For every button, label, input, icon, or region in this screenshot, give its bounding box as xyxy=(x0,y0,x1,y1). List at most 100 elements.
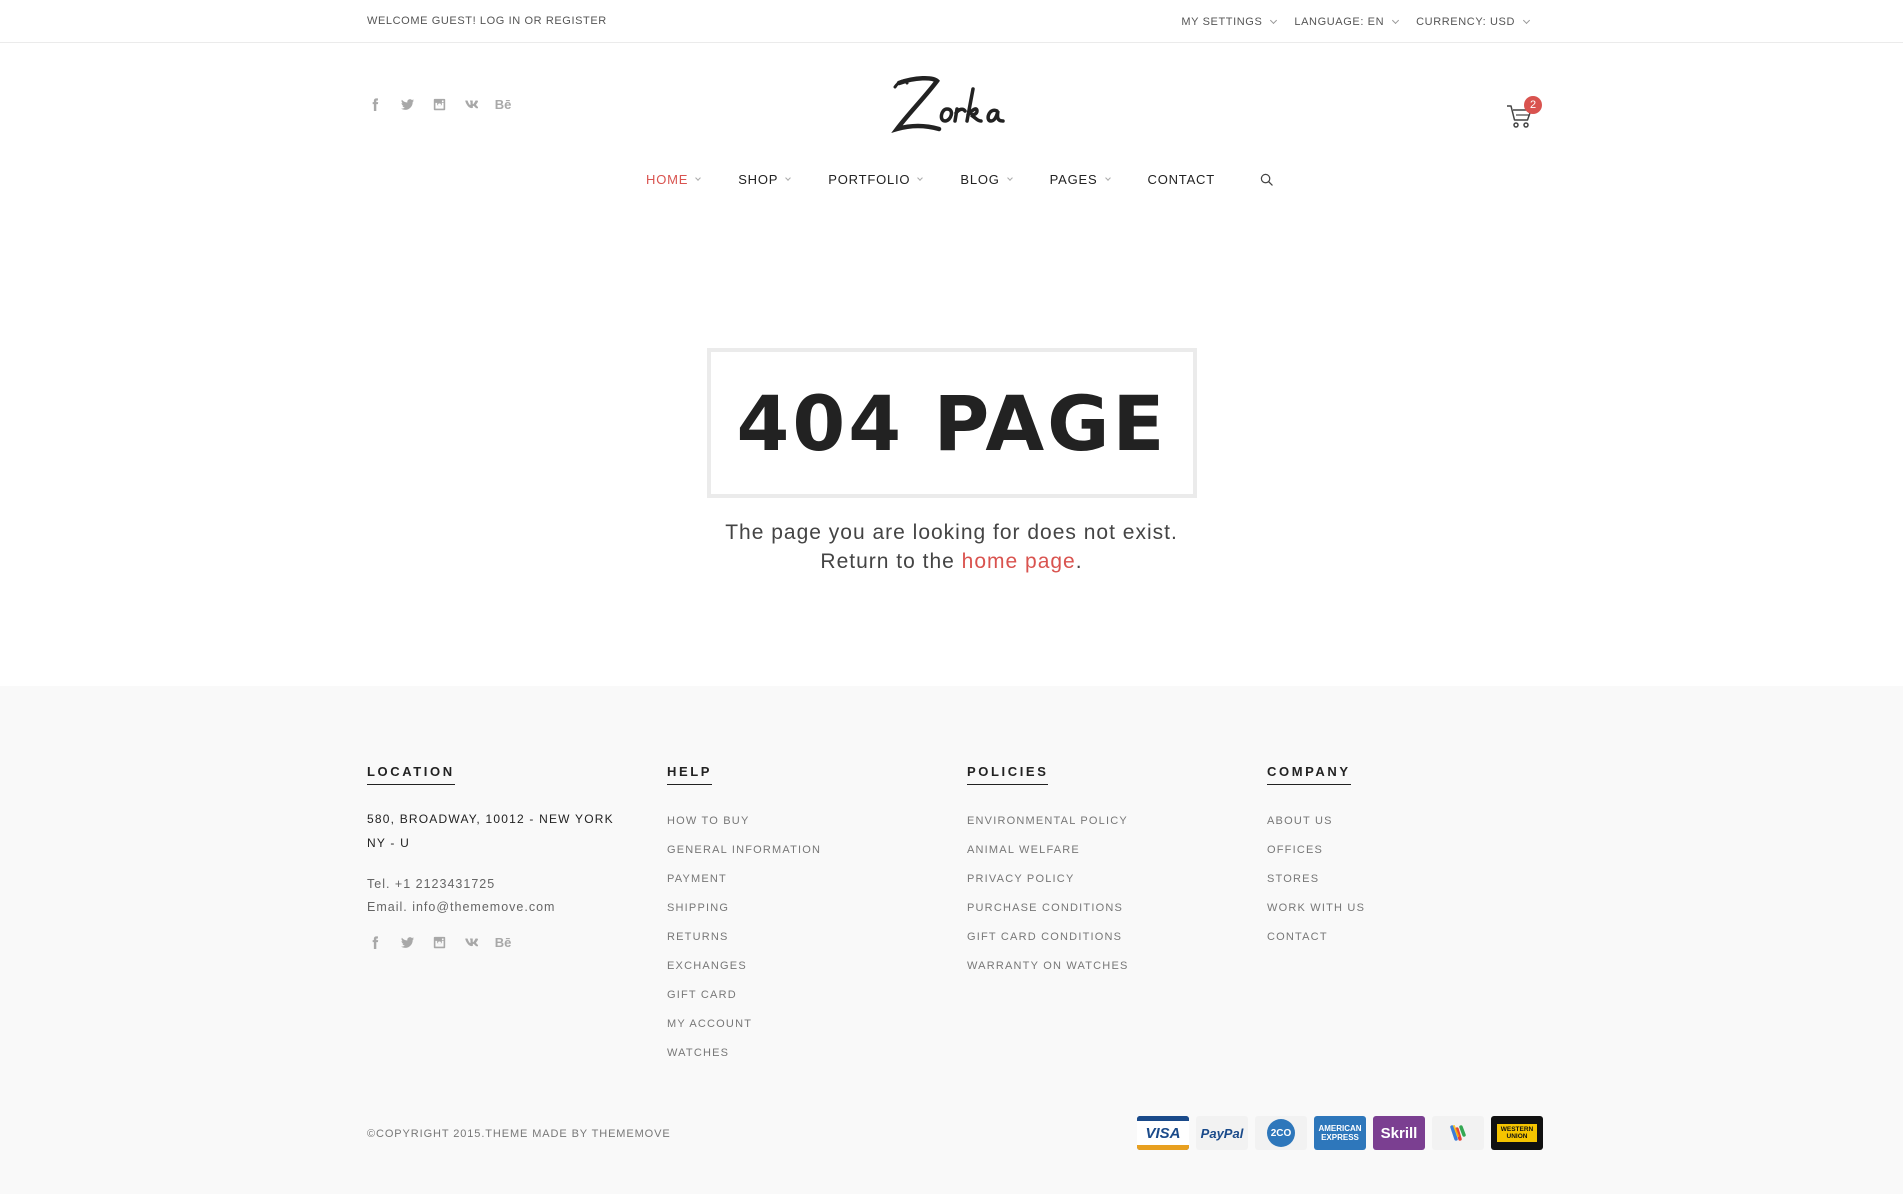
help-heading: HELP xyxy=(667,764,713,785)
my-settings-label: MY SETTINGS xyxy=(1181,16,1263,28)
vk-icon[interactable] xyxy=(463,934,479,950)
policy-link[interactable]: WARRANTY ON WATCHES xyxy=(967,952,1129,981)
site-logo[interactable] xyxy=(885,69,1015,139)
company-link[interactable]: STORES xyxy=(1267,865,1365,894)
footer-social-links: Bē xyxy=(367,934,637,950)
nav-item-shop[interactable]: SHOP xyxy=(738,170,792,188)
return-text: Return to the xyxy=(820,550,962,573)
paypal-icon: PayPal xyxy=(1196,1116,1248,1150)
home-page-link[interactable]: home page xyxy=(962,550,1076,573)
location-address: 580, BROADWAY, 10012 - NEW YORK NY - U xyxy=(367,812,614,850)
western-union-icon: WESTERN UNION xyxy=(1491,1116,1543,1150)
chevron-down-icon xyxy=(695,174,702,181)
company-link[interactable]: ABOUT US xyxy=(1267,807,1365,836)
cart-button[interactable]: 2 xyxy=(1506,96,1542,130)
language-dropdown[interactable]: LANGUAGE: EN xyxy=(1294,16,1400,28)
main-content: 404 PAGE The page you are looking for do… xyxy=(0,228,1903,686)
footer-policies: POLICIES ENVIRONMENTAL POLICY ANIMAL WEL… xyxy=(967,763,1129,981)
help-link[interactable]: RETURNS xyxy=(667,923,821,952)
help-link[interactable]: SHIPPING xyxy=(667,894,821,923)
currency-dropdown[interactable]: CURRENCY: USD xyxy=(1416,16,1531,28)
search-icon[interactable] xyxy=(1258,170,1276,188)
location-tel: Tel. +1 2123431725 xyxy=(367,877,496,891)
chevron-down-icon xyxy=(1522,16,1531,25)
nav-item-pages[interactable]: PAGES xyxy=(1050,170,1111,188)
help-links: HOW TO BUY GENERAL INFORMATION PAYMENT S… xyxy=(667,807,821,1068)
facebook-icon[interactable] xyxy=(367,96,383,112)
american-express-icon: AMERICAN EXPRESS xyxy=(1314,1116,1366,1150)
error-message-line2: Return to the home page. xyxy=(0,547,1903,576)
nav-item-contact[interactable]: CONTACT xyxy=(1148,170,1215,188)
page-title: 404 PAGE xyxy=(736,378,1168,468)
company-link[interactable]: OFFICES xyxy=(1267,836,1365,865)
register-link[interactable]: REGISTER xyxy=(546,15,607,27)
behance-icon[interactable]: Bē xyxy=(495,934,512,950)
help-link[interactable]: GENERAL INFORMATION xyxy=(667,836,821,865)
location-heading: LOCATION xyxy=(367,764,455,785)
chevron-down-icon xyxy=(1006,174,1013,181)
help-link[interactable]: GIFT CARD xyxy=(667,981,821,1010)
header-social-links: Bē xyxy=(367,96,511,112)
policy-link[interactable]: PRIVACY POLICY xyxy=(967,865,1129,894)
nav-item-blog[interactable]: BLOG xyxy=(960,170,1013,188)
help-link[interactable]: EXCHANGES xyxy=(667,952,821,981)
policy-link[interactable]: ENVIRONMENTAL POLICY xyxy=(967,807,1129,836)
period-text: . xyxy=(1075,550,1083,573)
chevron-down-icon xyxy=(917,174,924,181)
help-link[interactable]: WATCHES xyxy=(667,1039,821,1068)
visa-icon: VISA xyxy=(1137,1116,1189,1150)
settings-bar: MY SETTINGS LANGUAGE: EN CURRENCY: USD xyxy=(1181,16,1531,28)
vk-icon[interactable] xyxy=(463,96,479,112)
welcome-or: OR xyxy=(520,15,546,27)
instagram-icon[interactable] xyxy=(431,934,447,950)
help-link[interactable]: MY ACCOUNT xyxy=(667,1010,821,1039)
payment-methods: VISA PayPal 2CO AMERICAN EXPRESS Skrill … xyxy=(1137,1116,1543,1150)
my-settings-dropdown[interactable]: MY SETTINGS xyxy=(1181,16,1278,28)
help-link[interactable]: PAYMENT xyxy=(667,865,821,894)
nav-item-home[interactable]: HOME xyxy=(646,170,702,188)
facebook-icon[interactable] xyxy=(367,934,383,950)
nav-item-label: SHOP xyxy=(738,171,779,187)
language-label: LANGUAGE: EN xyxy=(1294,16,1385,28)
cart-count-badge: 2 xyxy=(1524,96,1542,114)
site-header: Bē 2 HOME SHOP PORTFOLIO BLOG PAGES CONT… xyxy=(0,43,1903,228)
chevron-down-icon xyxy=(1392,16,1400,25)
chevron-down-icon xyxy=(1270,16,1278,25)
chevron-down-icon xyxy=(785,174,792,181)
login-link[interactable]: LOG IN xyxy=(480,15,521,27)
company-link[interactable]: CONTACT xyxy=(1267,923,1365,952)
company-link[interactable]: WORK WITH US xyxy=(1267,894,1365,923)
policy-link[interactable]: PURCHASE CONDITIONS xyxy=(967,894,1129,923)
location-email[interactable]: Email. info@thememove.com xyxy=(367,900,637,914)
error-title-box: 404 PAGE xyxy=(707,348,1197,498)
company-heading: COMPANY xyxy=(1267,764,1351,785)
behance-icon[interactable]: Bē xyxy=(495,96,512,112)
policy-link[interactable]: GIFT CARD CONDITIONS xyxy=(967,923,1129,952)
google-wallet-icon xyxy=(1432,1116,1484,1150)
nav-item-label: HOME xyxy=(646,171,689,187)
copyright-text: ©COPYRIGHT 2015.THEME MADE BY THEMEMOVE xyxy=(367,1128,671,1140)
2co-icon: 2CO xyxy=(1255,1116,1307,1150)
help-link[interactable]: HOW TO BUY xyxy=(667,807,821,836)
twitter-icon[interactable] xyxy=(399,934,415,950)
skrill-icon: Skrill xyxy=(1373,1116,1425,1150)
error-message-line1: The page you are looking for does not ex… xyxy=(725,521,1178,544)
error-message: The page you are looking for does not ex… xyxy=(0,518,1903,576)
currency-label: CURRENCY: USD xyxy=(1416,16,1515,28)
nav-item-portfolio[interactable]: PORTFOLIO xyxy=(828,170,924,188)
footer-location: LOCATION 580, BROADWAY, 10012 - NEW YORK… xyxy=(367,763,637,950)
policy-link[interactable]: ANIMAL WELFARE xyxy=(967,836,1129,865)
footer-company: COMPANY ABOUT US OFFICES STORES WORK WIT… xyxy=(1267,763,1365,952)
instagram-icon[interactable] xyxy=(431,96,447,112)
company-links: ABOUT US OFFICES STORES WORK WITH US CON… xyxy=(1267,807,1365,952)
main-nav: HOME SHOP PORTFOLIO BLOG PAGES CONTACT xyxy=(0,170,1903,188)
welcome-prefix: WELCOME GUEST! xyxy=(367,15,480,27)
policies-heading: POLICIES xyxy=(967,764,1049,785)
welcome-text: WELCOME GUEST! LOG IN OR REGISTER xyxy=(367,15,607,27)
nav-item-label: PORTFOLIO xyxy=(828,171,911,187)
site-footer: LOCATION 580, BROADWAY, 10012 - NEW YORK… xyxy=(0,686,1903,1194)
policies-links: ENVIRONMENTAL POLICY ANIMAL WELFARE PRIV… xyxy=(967,807,1129,981)
twitter-icon[interactable] xyxy=(399,96,415,112)
nav-item-label: BLOG xyxy=(960,171,1000,187)
footer-help: HELP HOW TO BUY GENERAL INFORMATION PAYM… xyxy=(667,763,821,1068)
